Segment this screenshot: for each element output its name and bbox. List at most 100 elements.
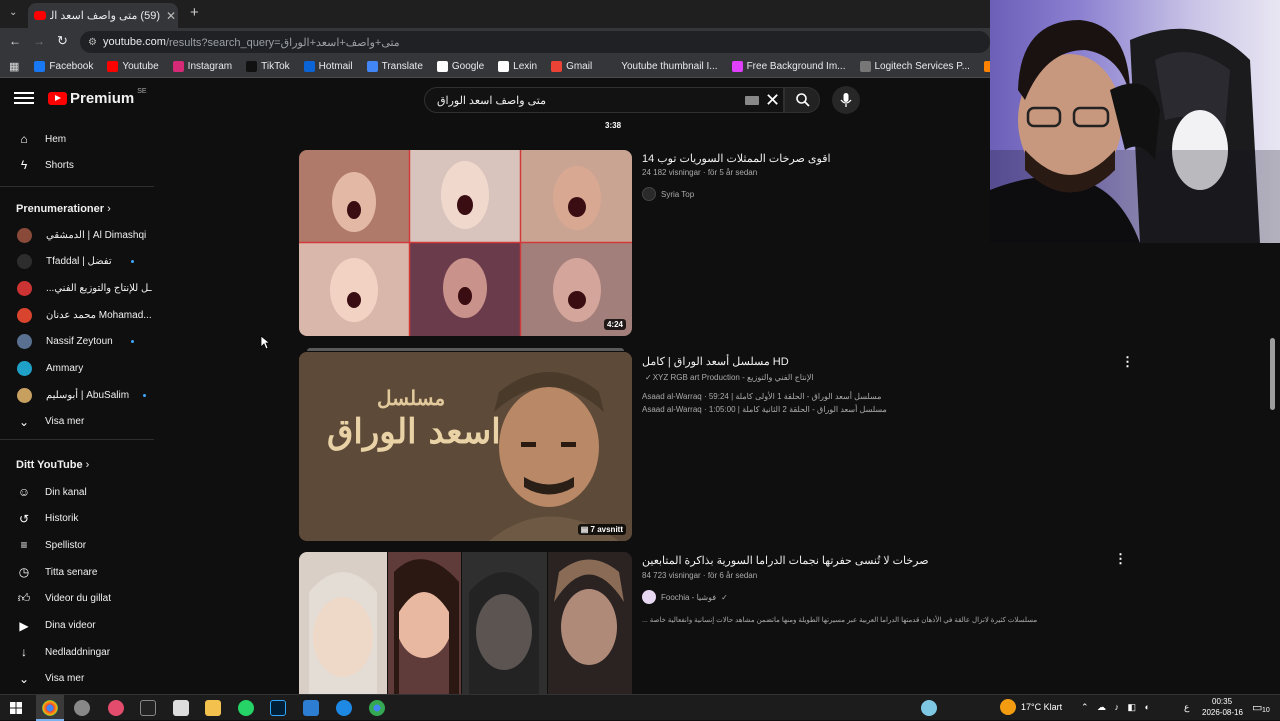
clock-date[interactable]: 2026-08-16 [1202, 708, 1243, 717]
address-bar[interactable]: ⚙ youtube.com/results?search_query=متى+و… [80, 31, 990, 53]
chrome-profile-2-icon[interactable] [108, 700, 124, 716]
chrome-icon[interactable] [369, 700, 385, 716]
sidebar-item-subscription[interactable]: الدمشقي | Al Dimashqi [0, 222, 154, 248]
system-tray-icons[interactable]: ⌃ ☁ ♪ ◧ ◐ [1081, 702, 1153, 713]
bookmark-item[interactable]: Translate [360, 61, 430, 72]
weather-icon [1000, 699, 1016, 715]
bookmark-item[interactable]: Youtube thumbnail I... [599, 61, 724, 72]
close-tab-icon[interactable]: ✕ [164, 9, 178, 23]
channel-name[interactable]: Foochia - فوشيا [661, 593, 716, 602]
result-title[interactable]: اقوى صرخات الممثلات السوريات توب 14 [642, 152, 831, 165]
sidebar-item-download[interactable]: ↓ Nedladdningar [0, 639, 154, 665]
channel-name[interactable]: Syria Top [661, 190, 694, 199]
app-icon[interactable] [173, 700, 189, 716]
sidebar-item-label: Visa mer [45, 416, 85, 428]
bookmark-item[interactable]: Lexin [491, 61, 544, 72]
playlist-episode[interactable]: Asaad al-Warraq · 59:24 | مسلسل أسعد الو… [642, 392, 881, 401]
sidebar-item-channel[interactable]: ☺ Din kanal [0, 479, 154, 505]
result-thumbnail[interactable]: مسلسل اسعد الوراق ▤ 7 avsnitt [299, 352, 632, 541]
duration-badge: 4:24 [603, 319, 626, 330]
bookmark-item[interactable]: Youtube [100, 61, 165, 72]
playlist-episode[interactable]: Asaad al-Warraq · 1:05:00 | مسلسل أسعد ا… [642, 405, 887, 414]
clear-search-icon[interactable]: ✕ [765, 90, 780, 111]
bookmark-label: TikTok [261, 61, 290, 72]
weather-text[interactable]: 17°C Klart [1021, 702, 1062, 712]
channel-icon: ☺ [17, 485, 31, 499]
more-actions-icon[interactable]: ⋮ [1114, 551, 1127, 567]
file-explorer-icon[interactable] [205, 700, 221, 716]
tab-list-button[interactable]: ⌄ [9, 7, 17, 18]
channel-name[interactable]: XYZ RGB art Production - الإنتاج الفني و… [653, 373, 814, 382]
chrome-profile-icon[interactable] [74, 700, 90, 716]
poster-title-main: اسعد الوراق [327, 412, 501, 452]
app-icon[interactable] [303, 700, 319, 716]
apps-grid-icon[interactable]: ▦ [0, 60, 27, 73]
capcut-icon[interactable] [140, 700, 156, 716]
channel-avatar [17, 280, 32, 296]
sidebar-item-history[interactable]: ↺ Historik [0, 506, 154, 532]
keyboard-icon[interactable] [745, 96, 759, 105]
sidebar-item-subscription[interactable]: Tfaddal | تفضل [0, 249, 154, 275]
result-title[interactable]: مسلسل أسعد الوراق | كامل HD [642, 355, 789, 368]
result-channel[interactable]: Syria Top [642, 187, 694, 201]
result-channel[interactable]: Foochia - فوشيا ✓ [642, 590, 728, 604]
windows-start-icon[interactable] [10, 702, 22, 714]
input-language[interactable]: ع [1184, 702, 1189, 713]
page-scrollbar-thumb[interactable] [1270, 338, 1275, 410]
photoshop-icon[interactable] [270, 700, 286, 716]
youtube-premium-logo[interactable]: Premium SE [48, 88, 147, 107]
result-channel[interactable]: ✓ XYZ RGB art Production - الإنتاج الفني… [645, 373, 814, 382]
app-icon[interactable] [336, 700, 352, 716]
sidebar-item-subscription[interactable]: أبوسليم | AbuSalim [0, 382, 154, 408]
your-youtube-heading[interactable]: Ditt YouTube › [16, 459, 89, 471]
clock-time[interactable]: 00:35 [1212, 697, 1232, 706]
bookmark-item[interactable]: Logitech Services P... [853, 61, 977, 72]
result-thumbnail[interactable] [299, 552, 632, 697]
browser-tab-active[interactable]: (59) متى واصف اسعد الوراق - Ye ✕ [28, 3, 178, 28]
sidebar-item-watch-later[interactable]: ◷ Titta senare [0, 559, 154, 585]
bookmark-item[interactable]: Free Background Im... [725, 61, 853, 72]
sidebar-item-chevron-down[interactable]: ⌄ Visa mer [0, 666, 154, 692]
sidebar-item-subscription[interactable]: ...ـل للإنتاج والتوزيع الفني [0, 275, 154, 301]
result-thumbnail[interactable]: 4:24 [299, 150, 632, 336]
playlist-episodes-badge: ▤ 7 avsnitt [577, 524, 626, 535]
bookmark-item[interactable]: Google [430, 61, 491, 72]
channel-avatar[interactable] [642, 590, 656, 604]
bookmark-item[interactable]: Gmail [544, 61, 599, 72]
guide-menu-icon[interactable] [14, 89, 34, 109]
new-tab-button[interactable]: + [190, 4, 199, 21]
search-button[interactable] [784, 87, 820, 113]
sidebar-item-subscription[interactable]: محمد عدنان Mohamad... [0, 302, 154, 328]
bookmark-item[interactable]: Facebook [27, 61, 100, 72]
subscriptions-heading[interactable]: Prenumerationer › [16, 203, 111, 215]
bookmark-item[interactable]: TikTok [239, 61, 297, 72]
sidebar-item-subscription[interactable]: Nassif Zeytoun [0, 329, 154, 355]
bookmark-item[interactable]: Hotmail [297, 61, 360, 72]
more-actions-icon[interactable]: ⋮ [1121, 354, 1134, 370]
reload-button[interactable]: ↻ [57, 33, 68, 49]
notification-icon[interactable]: ▭ [1252, 701, 1262, 714]
sidebar-item-shorts[interactable]: ϟ Shorts [0, 152, 154, 178]
search-input[interactable]: متى واصف اسعد الوراق ✕ [424, 87, 784, 113]
show-more-subscriptions[interactable]: ⌄ Visa mer [0, 409, 154, 435]
channel-avatar[interactable] [642, 187, 656, 201]
site-info-icon[interactable]: ⚙ [88, 37, 97, 48]
chrome-icon[interactable] [42, 700, 58, 716]
result-title[interactable]: صرخات لا تُنسى حفرتها نجمات الدراما السو… [642, 554, 929, 567]
bookmark-label: Lexin [513, 61, 538, 72]
new-content-dot [131, 340, 134, 344]
sidebar-item-your-videos[interactable]: ▶ Dina videor [0, 613, 154, 639]
sidebar-item-like[interactable]: 👍︎ Videor du gillat [0, 586, 154, 612]
sidebar-item-playlists[interactable]: ≡ Spellistor [0, 532, 154, 558]
bookmark-label: Youtube [122, 61, 159, 72]
notification-count: 10 [1262, 707, 1270, 714]
channel-avatar [17, 227, 32, 243]
forward-button[interactable]: → [33, 34, 45, 48]
sidebar-item-home[interactable]: ⌂ Hem [0, 126, 154, 152]
bookmark-item[interactable]: Instagram [166, 61, 239, 72]
whatsapp-icon[interactable] [238, 700, 254, 716]
voice-search-button[interactable] [832, 86, 860, 114]
back-button[interactable]: ← [9, 34, 21, 48]
help-icon[interactable] [921, 700, 937, 716]
sidebar-item-subscription[interactable]: Ammary [0, 356, 154, 382]
